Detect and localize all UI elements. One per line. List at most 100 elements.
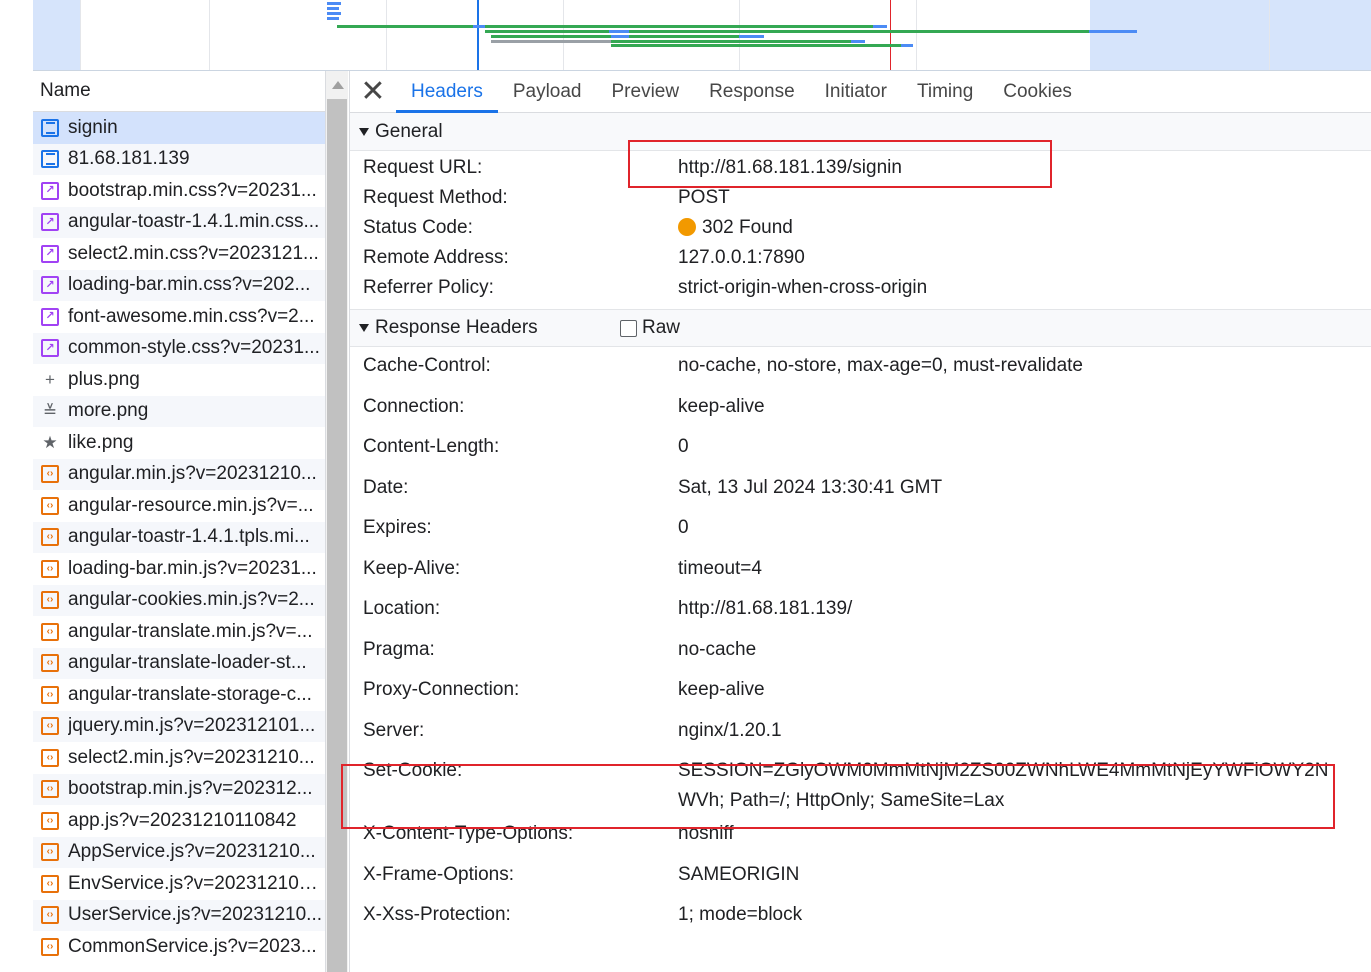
script-icon: ‹› (41, 843, 59, 862)
header-value[interactable]: timeout=4 (678, 558, 1371, 580)
tab-payload[interactable]: Payload (498, 71, 597, 112)
network-overview-timeline[interactable] (33, 0, 1371, 71)
header-value[interactable]: no-cache, no-store, max-age=0, must-reva… (678, 355, 1371, 377)
request-name: font-awesome.min.css?v=2... (68, 305, 315, 327)
name-column-header[interactable]: Name (33, 71, 325, 112)
header-value[interactable]: keep-alive (678, 396, 1371, 418)
script-icon: ‹› (41, 622, 59, 641)
header-value[interactable]: POST (678, 187, 1371, 209)
request-row[interactable]: ‹› loading-bar.min.js?v=20231... (33, 553, 325, 585)
general-section-title: General (375, 120, 443, 142)
request-row[interactable]: ↗ select2.min.css?v=2023121... (33, 238, 325, 270)
header-value[interactable]: SESSION=ZGlyOWM0MmMtNjM2ZS00ZWNhLWE4MmMt… (678, 756, 1371, 816)
plus-image-icon: + (45, 370, 55, 390)
header-value[interactable]: nginx/1.20.1 (678, 720, 1371, 742)
overview-bar (611, 44, 901, 47)
tab-preview[interactable]: Preview (597, 71, 695, 112)
status-warning-dot-icon (678, 218, 696, 236)
request-row[interactable]: ‹› jquery.min.js?v=202312101... (33, 710, 325, 742)
header-value[interactable]: no-cache (678, 639, 1371, 661)
script-icon: ‹› (41, 748, 59, 767)
request-row[interactable]: ‹› angular.min.js?v=20231210... (33, 458, 325, 490)
request-row[interactable]: ‹› angular-toastr-1.4.1.tpls.mi... (33, 521, 325, 553)
header-key: Remote Address: (363, 247, 509, 268)
request-row[interactable]: ↗ common-style.css?v=20231... (33, 332, 325, 364)
request-row[interactable]: ‹› AppService.js?v=20231210... (33, 836, 325, 868)
script-icon: ‹› (41, 906, 59, 925)
response-row-x-content-type-options: X-Content-Type-Options: nosniff (350, 816, 1371, 857)
header-value[interactable]: http://81.68.181.139/ (678, 598, 1371, 620)
general-row-remote-address: Remote Address: 127.0.0.1:7890 (350, 243, 1371, 273)
request-row[interactable]: 81.68.181.139 (33, 143, 325, 175)
header-value[interactable]: 0 (678, 517, 1371, 539)
request-row[interactable]: ‹› app.js?v=20231210110842 (33, 805, 325, 837)
request-name: loading-bar.min.css?v=202... (68, 274, 311, 296)
document-icon (41, 150, 59, 169)
request-row[interactable]: ‹› EnvService.js?v=202312101... (33, 868, 325, 900)
overview-load-marker (890, 0, 891, 70)
request-row[interactable]: ↗ bootstrap.min.css?v=20231... (33, 175, 325, 207)
tab-response[interactable]: Response (694, 71, 810, 112)
overview-selection-right[interactable] (1090, 0, 1371, 70)
header-key: Set-Cookie: (363, 760, 463, 781)
raw-checkbox[interactable] (620, 319, 637, 337)
request-row[interactable]: signin (33, 112, 325, 144)
response-row-date: Date: Sat, 13 Jul 2024 13:30:41 GMT (350, 470, 1371, 511)
response-row-x-xss-protection: X-Xss-Protection: 1; mode=block (350, 897, 1371, 938)
request-row[interactable]: ↗ font-awesome.min.css?v=2... (33, 301, 325, 333)
request-list[interactable]: Name signin 81.68.181.139 ↗ bootstrap.min.c… (33, 71, 325, 972)
request-row[interactable]: ‹› angular-translate-storage-c... (33, 679, 325, 711)
request-row[interactable]: ‹› UserService.js?v=20231210... (33, 899, 325, 931)
tab-timing[interactable]: Timing (902, 71, 988, 112)
overview-bar (851, 40, 865, 43)
response-row-content-length: Content-Length: 0 (350, 429, 1371, 470)
header-value[interactable]: keep-alive (678, 679, 1371, 701)
request-row[interactable]: ‹› angular-cookies.min.js?v=2... (33, 584, 325, 616)
close-icon: ✕ (360, 75, 386, 108)
header-value[interactable]: strict-origin-when-cross-origin (678, 277, 1371, 299)
header-value[interactable]: 127.0.0.1:7890 (678, 247, 1371, 269)
header-key: Proxy-Connection: (363, 679, 520, 700)
request-row[interactable]: ‹› angular-resource.min.js?v=... (33, 490, 325, 522)
request-row[interactable]: ↗ angular-toastr-1.4.1.min.css... (33, 206, 325, 238)
response-headers-section-header[interactable]: Response Headers Raw (350, 309, 1371, 347)
overview-selection-left[interactable] (33, 0, 80, 70)
request-row[interactable]: ‹› CommonService.js?v=2023... (33, 931, 325, 963)
scrollbar-thumb[interactable] (327, 99, 347, 972)
expand-triangle-icon (359, 324, 369, 332)
scroll-up-arrow-icon[interactable] (332, 81, 344, 89)
tab-cookies[interactable]: Cookies (988, 71, 1087, 112)
request-row[interactable]: ≚ more.png (33, 395, 325, 427)
request-name: angular-toastr-1.4.1.min.css... (68, 211, 320, 233)
general-section-header[interactable]: General (350, 113, 1371, 151)
request-row[interactable]: + plus.png (33, 364, 325, 396)
script-icon: ‹› (41, 937, 59, 956)
request-row[interactable]: ‹› angular-translate-loader-st... (33, 647, 325, 679)
header-value-status[interactable]: 302 Found (678, 217, 1371, 239)
header-value[interactable]: SAMEORIGIN (678, 864, 1371, 886)
overview-bar (611, 35, 629, 38)
header-value[interactable]: http://81.68.181.139/signin (678, 157, 1371, 179)
overview-bar (327, 2, 341, 5)
close-details-button[interactable]: ✕ (350, 71, 396, 112)
tab-initiator[interactable]: Initiator (810, 71, 902, 112)
header-value[interactable]: 0 (678, 436, 1371, 458)
script-icon: ‹› (41, 528, 59, 547)
request-row[interactable]: ★ like.png (33, 427, 325, 459)
response-row-set-cookie: Set-Cookie: SESSION=ZGlyOWM0MmMtNjM2ZS00Z… (350, 753, 1371, 816)
request-row[interactable]: ↗ loading-bar.min.css?v=202... (33, 269, 325, 301)
overview-gridline (386, 0, 387, 70)
request-name: angular-translate.min.js?v=... (68, 620, 313, 642)
status-text: 302 Found (702, 217, 793, 238)
raw-toggle[interactable]: Raw (620, 317, 680, 339)
request-name: angular-toastr-1.4.1.tpls.mi... (68, 526, 310, 548)
request-list-scrollbar[interactable] (325, 71, 348, 972)
request-row[interactable]: ‹› angular-translate.min.js?v=... (33, 616, 325, 648)
header-value[interactable]: nosniff (678, 823, 1371, 845)
header-value[interactable]: Sat, 13 Jul 2024 13:30:41 GMT (678, 477, 1371, 499)
header-value[interactable]: 1; mode=block (678, 904, 1371, 926)
header-key: Pragma: (363, 638, 435, 660)
request-row[interactable]: ‹› select2.min.js?v=20231210... (33, 742, 325, 774)
request-row[interactable]: ‹› bootstrap.min.js?v=202312... (33, 773, 325, 805)
tab-headers[interactable]: Headers (396, 71, 498, 113)
